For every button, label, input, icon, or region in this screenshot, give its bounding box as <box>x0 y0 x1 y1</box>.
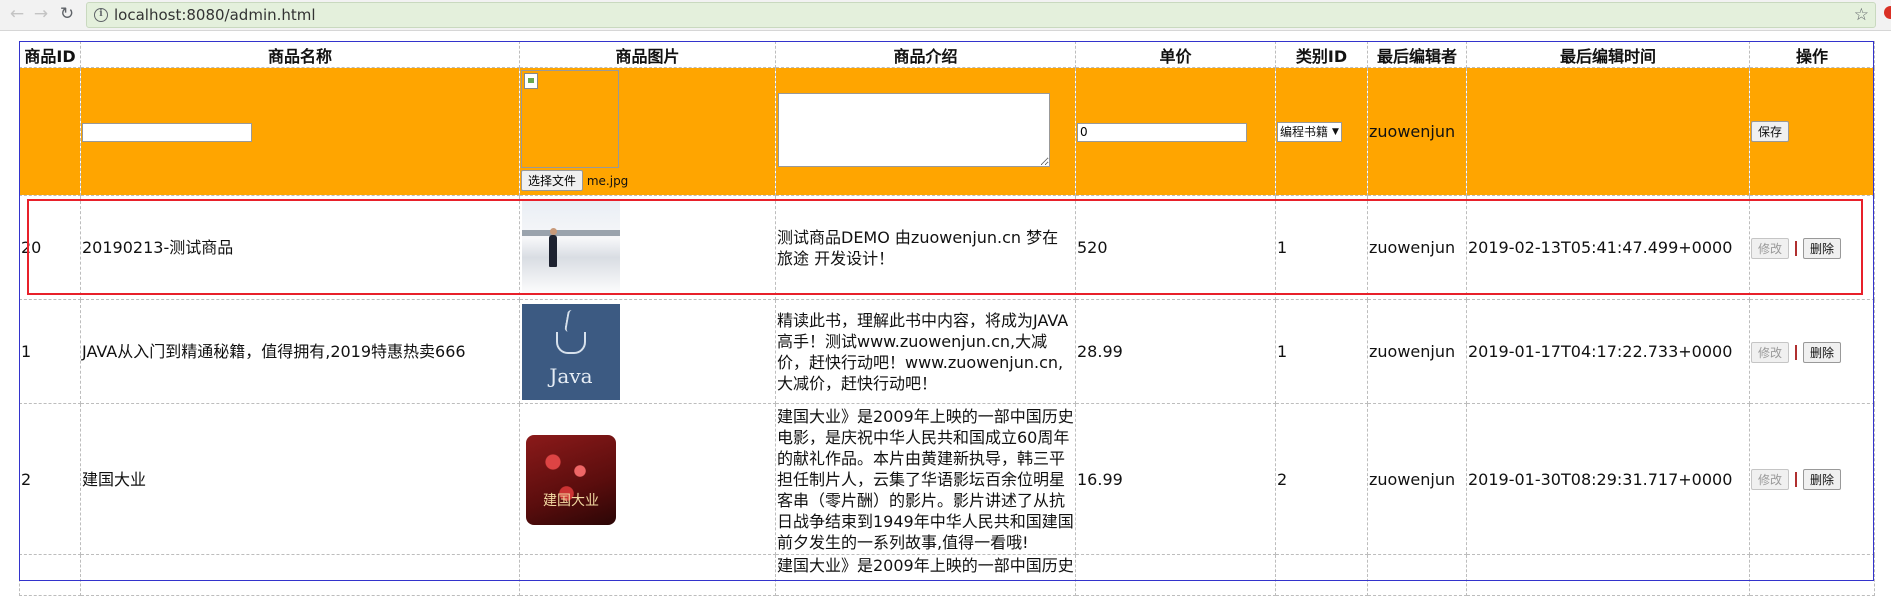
profile-icon[interactable] <box>1884 6 1891 19</box>
forward-arrow-icon[interactable]: → <box>30 3 52 25</box>
address-url[interactable]: localhost:8080/admin.html <box>114 6 316 24</box>
back-arrow-icon[interactable]: ← <box>6 3 28 25</box>
info-icon[interactable]: i <box>94 8 108 22</box>
bookmark-star-icon[interactable]: ☆ <box>1854 5 1869 25</box>
reload-icon[interactable]: ↻ <box>56 3 78 25</box>
table-frame <box>19 41 1874 581</box>
address-bar[interactable]: i localhost:8080/admin.html ☆ <box>86 2 1876 28</box>
browser-toolbar: ← → ↻ i localhost:8080/admin.html ☆ <box>0 0 1891 31</box>
